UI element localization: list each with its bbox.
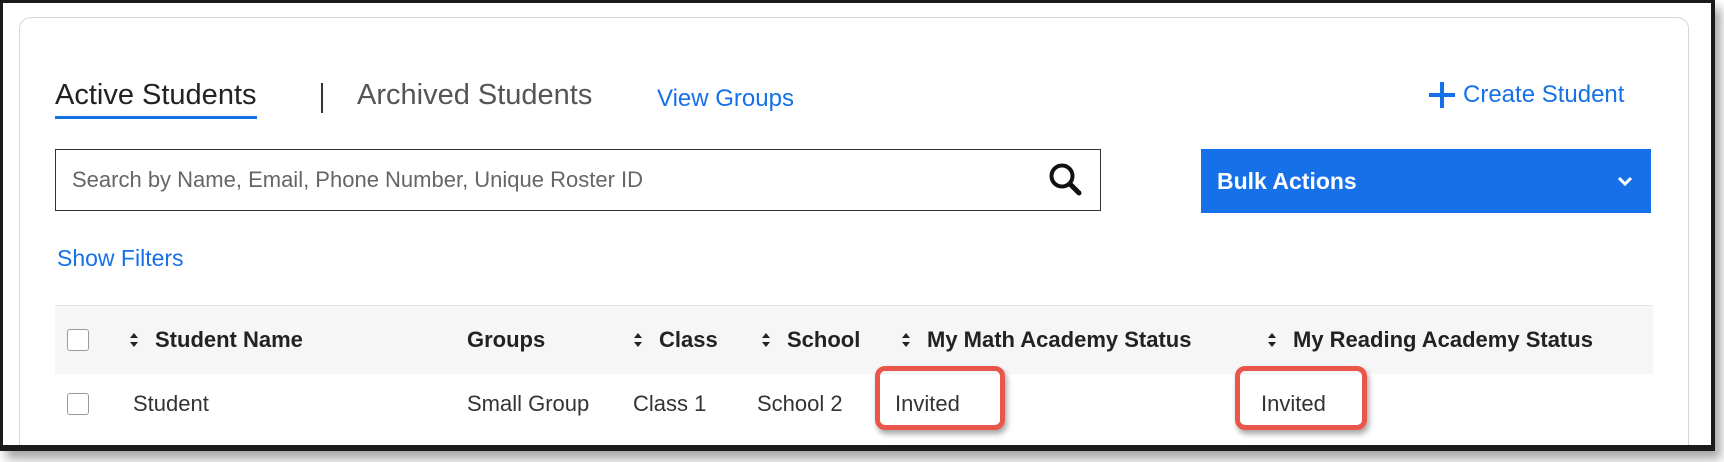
table-row: Student Small Group Class 1 School 2 Inv… bbox=[55, 374, 1653, 434]
table-header: Student Name Groups Class School My Math… bbox=[55, 305, 1653, 375]
column-header-reading-status[interactable]: My Reading Academy Status bbox=[1267, 306, 1593, 374]
cell-school: School 2 bbox=[757, 391, 843, 416]
plus-icon bbox=[1429, 82, 1455, 108]
row-checkbox[interactable] bbox=[67, 393, 89, 415]
select-all-checkbox[interactable] bbox=[67, 329, 89, 351]
tab-active-students[interactable]: Active Students bbox=[55, 79, 257, 119]
cell-class: Class 1 bbox=[633, 391, 707, 416]
tab-separator bbox=[321, 83, 323, 113]
column-label: My Reading Academy Status bbox=[1293, 327, 1593, 352]
create-student-button[interactable]: Create Student bbox=[1429, 81, 1624, 109]
search-box bbox=[55, 149, 1101, 211]
sort-icon bbox=[762, 333, 770, 347]
create-student-label: Create Student bbox=[1463, 81, 1625, 108]
column-label: Student Name bbox=[155, 327, 303, 352]
search-icon[interactable] bbox=[1046, 160, 1086, 200]
column-label: Groups bbox=[467, 327, 546, 352]
chevron-down-icon bbox=[1617, 176, 1633, 187]
search-input[interactable] bbox=[56, 150, 1046, 210]
math-status-highlight bbox=[875, 366, 1005, 430]
tab-archived-students[interactable]: Archived Students bbox=[357, 79, 592, 112]
column-header-class[interactable]: Class bbox=[633, 306, 718, 374]
sort-icon bbox=[130, 333, 138, 347]
select-all-cell bbox=[67, 306, 89, 374]
column-header-groups: Groups bbox=[467, 306, 545, 374]
column-header-school[interactable]: School bbox=[761, 306, 860, 374]
cell-groups: Small Group bbox=[467, 391, 590, 416]
reading-status-highlight bbox=[1235, 366, 1367, 430]
bulk-actions-label: Bulk Actions bbox=[1217, 167, 1357, 194]
show-filters-link[interactable]: Show Filters bbox=[57, 245, 184, 272]
view-groups-link[interactable]: View Groups bbox=[657, 85, 794, 113]
column-header-student-name[interactable]: Student Name bbox=[129, 306, 303, 374]
sort-icon bbox=[634, 333, 642, 347]
sort-icon bbox=[1268, 333, 1276, 347]
column-header-math-status[interactable]: My Math Academy Status bbox=[901, 306, 1191, 374]
column-label: School bbox=[787, 327, 861, 352]
row-select-cell bbox=[67, 374, 89, 434]
screenshot-frame: Active Students Archived Students View G… bbox=[0, 0, 1715, 451]
column-label: Class bbox=[659, 327, 718, 352]
sort-icon bbox=[902, 333, 910, 347]
bulk-actions-dropdown[interactable]: Bulk Actions bbox=[1201, 149, 1651, 213]
column-label: My Math Academy Status bbox=[927, 327, 1192, 352]
cell-student-name[interactable]: Student bbox=[133, 374, 209, 434]
